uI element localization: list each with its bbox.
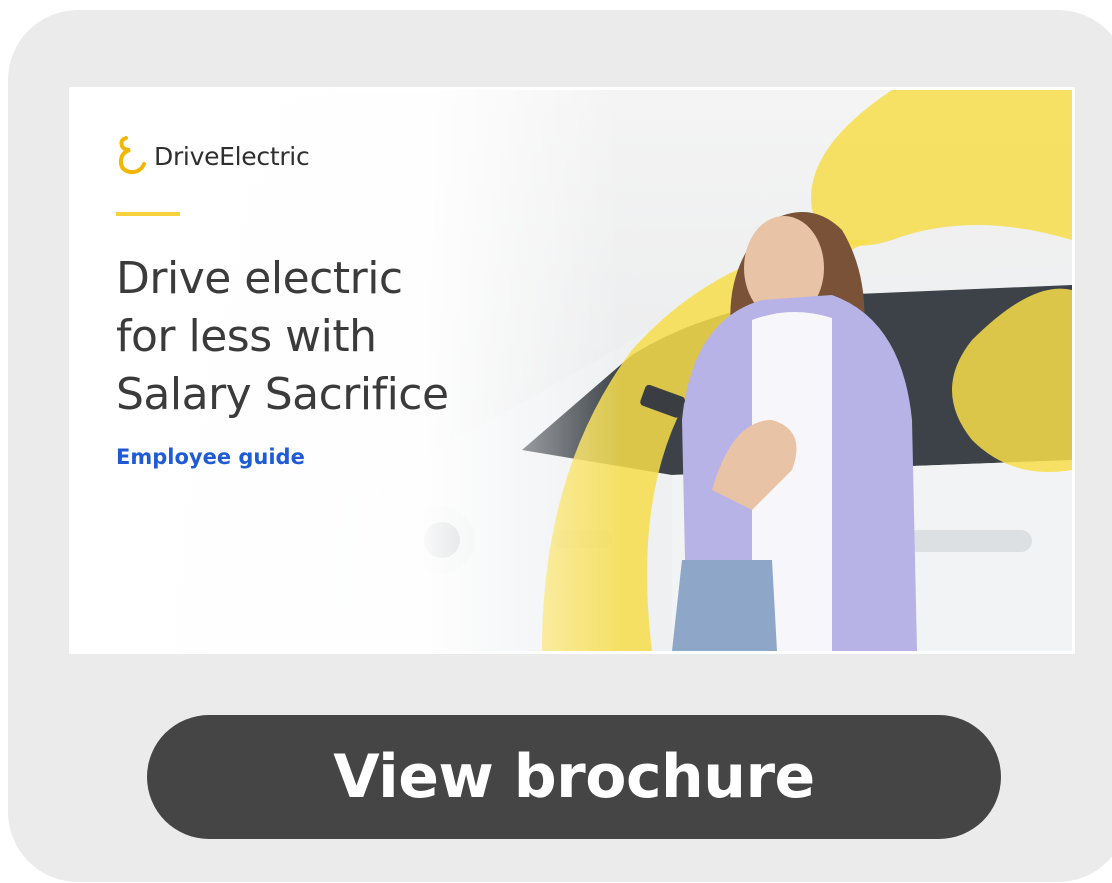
headline-line: for less with bbox=[116, 311, 377, 362]
drive-electric-logo-icon bbox=[118, 136, 146, 175]
brand-name: DriveElectric bbox=[154, 141, 310, 171]
banner-headline: Drive electric for less with Salary Sacr… bbox=[116, 250, 576, 424]
view-brochure-button[interactable]: View brochure bbox=[147, 715, 1001, 839]
brochure-cover-image[interactable]: DriveElectric Drive electric for less wi… bbox=[69, 87, 1075, 654]
headline-line: Drive electric bbox=[116, 253, 403, 304]
banner-subheading: Employee guide bbox=[116, 445, 305, 469]
brochure-card: DriveElectric Drive electric for less wi… bbox=[8, 10, 1112, 882]
accent-divider bbox=[116, 212, 180, 216]
headline-line: Salary Sacrifice bbox=[116, 369, 449, 420]
brand-logo: DriveElectric bbox=[116, 134, 310, 178]
